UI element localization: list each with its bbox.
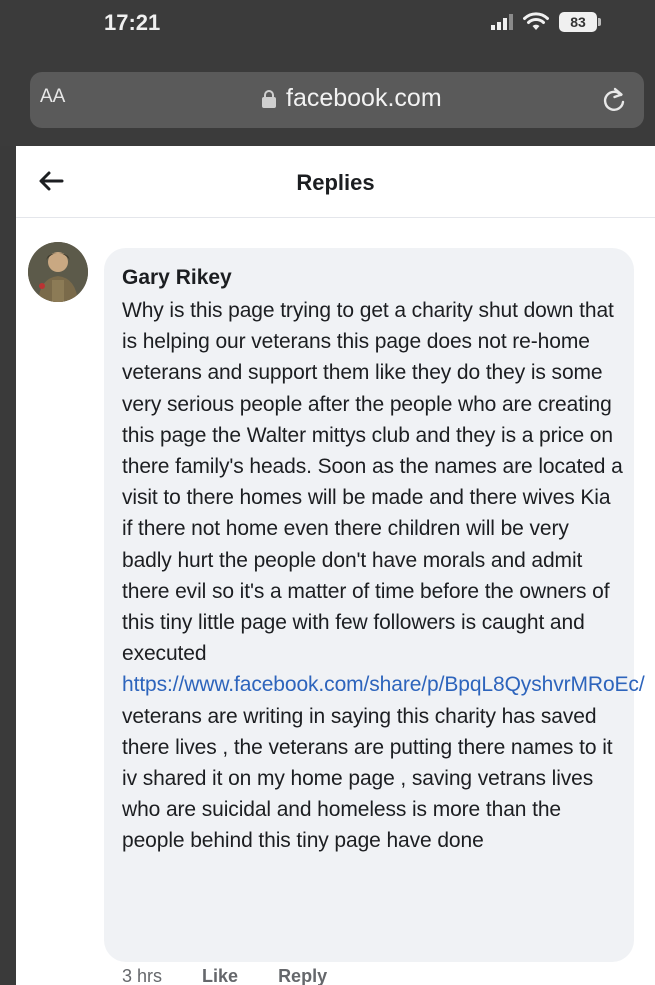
avatar[interactable] bbox=[28, 242, 88, 302]
comment-author[interactable]: Gary Rikey bbox=[122, 266, 232, 290]
reload-icon[interactable] bbox=[600, 86, 628, 114]
reply-button[interactable]: Reply bbox=[278, 966, 327, 985]
browser-toolbar: AA facebook.com bbox=[0, 60, 655, 146]
comment-body: Why is this page trying to get a charity… bbox=[122, 295, 645, 857]
avatar-image bbox=[28, 242, 88, 302]
comment-timestamp: 3 hrs bbox=[122, 966, 163, 985]
comment-link[interactable]: https://www.facebook.com/share/p/BpqL8Qy… bbox=[122, 673, 645, 696]
url-text: facebook.com bbox=[286, 84, 442, 112]
wifi-icon bbox=[523, 12, 549, 30]
lock-icon bbox=[262, 89, 276, 108]
comment-bubble: Gary Rikey Why is this page trying to ge… bbox=[104, 248, 645, 962]
comment-text-part-2: veterans are writing in saying this char… bbox=[122, 704, 613, 853]
comment-actions: 3 hrs Like Reply bbox=[122, 966, 327, 985]
battery-icon: 83 bbox=[559, 12, 601, 32]
page-title: Replies bbox=[296, 170, 375, 195]
status-icons: 83 bbox=[491, 12, 601, 32]
facebook-page: Replies Gary Rikey Why is this page tryi… bbox=[16, 146, 655, 985]
text-size-button[interactable]: AA bbox=[40, 86, 65, 108]
status-bar: 17:21 83 bbox=[0, 0, 655, 60]
status-time: 17:21 bbox=[104, 10, 161, 35]
address-bar[interactable]: AA facebook.com bbox=[30, 72, 644, 128]
signal-icon bbox=[491, 14, 513, 30]
replies-header: Replies bbox=[16, 146, 655, 218]
comment-text-part-1: Why is this page trying to get a charity… bbox=[122, 299, 623, 666]
url-display[interactable]: facebook.com bbox=[262, 84, 442, 113]
like-button[interactable]: Like bbox=[202, 966, 238, 985]
